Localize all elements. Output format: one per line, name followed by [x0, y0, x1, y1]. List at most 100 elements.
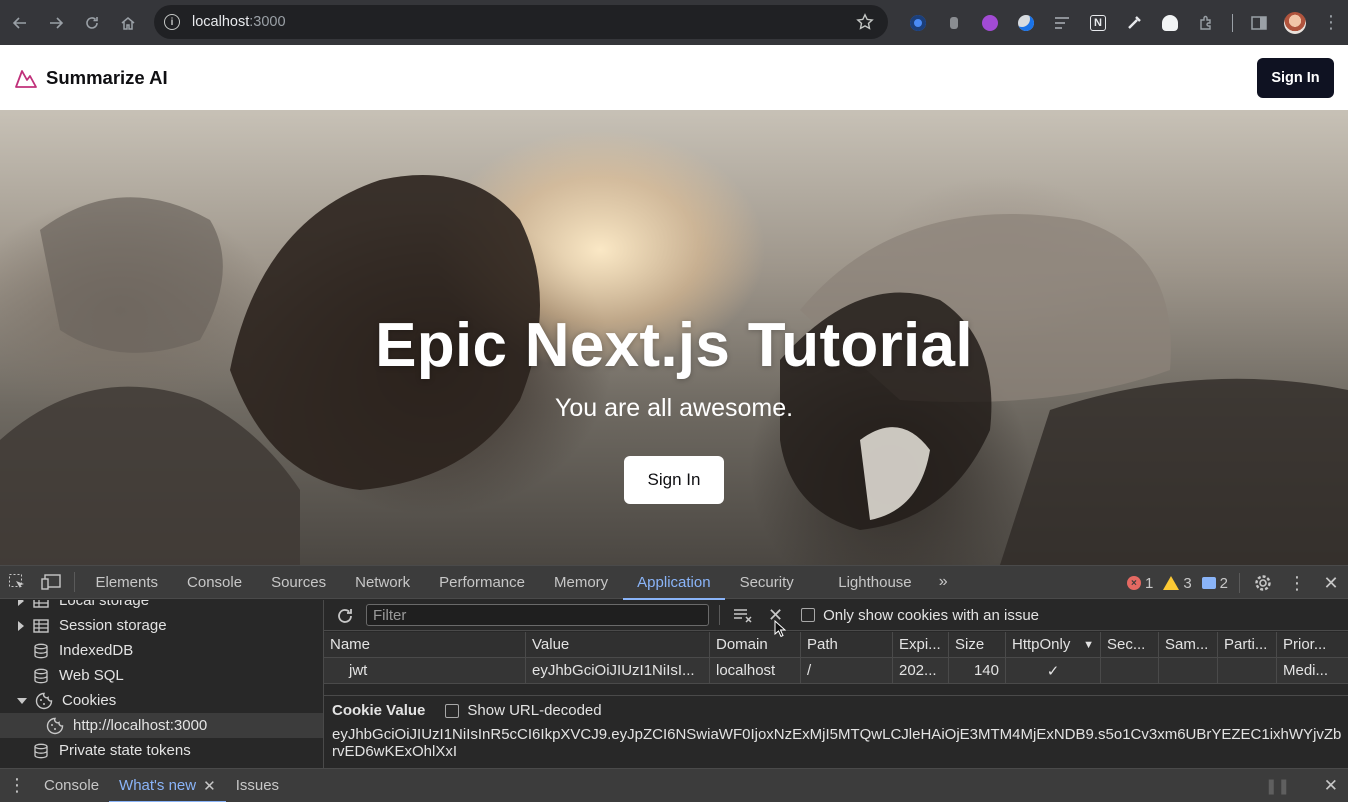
column-header[interactable]: Expi...	[893, 631, 949, 658]
extension-lines-icon[interactable]	[1044, 5, 1080, 41]
drawer-tab-whats-new[interactable]: What's new ✕	[109, 769, 226, 802]
drawer-tab-console[interactable]: Console	[34, 769, 109, 802]
extension-eyedropper-icon[interactable]	[1116, 5, 1152, 41]
only-issue-checkbox[interactable]	[801, 608, 816, 622]
extensions-bar: N ⋮	[900, 0, 1348, 45]
site-info-icon[interactable]: i	[164, 14, 180, 30]
sidebar-item-private-state-tokens[interactable]: Private state tokens	[0, 738, 323, 763]
cookie-filter-input[interactable]	[366, 604, 709, 626]
device-toolbar-icon[interactable]	[34, 565, 68, 599]
close-devtools-icon[interactable]: ✕	[1314, 566, 1348, 600]
side-panel-icon[interactable]	[1241, 5, 1277, 41]
devtools-drawer-tabbar: ⋮ Console What's new ✕ Issues ❚❚ ✕	[0, 768, 1348, 802]
hero-section: Epic Next.js Tutorial You are all awesom…	[0, 110, 1348, 565]
back-button[interactable]	[2, 5, 38, 41]
cookie-samesite-cell[interactable]	[1159, 657, 1218, 684]
tab-network[interactable]: Network	[341, 565, 425, 599]
drawer-tab-issues[interactable]: Issues	[226, 769, 289, 802]
collapse-arrow-icon[interactable]	[17, 697, 27, 704]
reload-icon	[86, 16, 98, 29]
tabbar-divider	[74, 572, 75, 592]
extension-purple-icon[interactable]	[972, 5, 1008, 41]
sidebar-item-local-storage[interactable]: Local storage	[0, 600, 323, 613]
cookie-priority-cell[interactable]: Medi...	[1277, 658, 1348, 684]
column-header[interactable]: Sam...	[1159, 631, 1218, 658]
show-url-decoded-checkbox[interactable]	[445, 703, 460, 718]
sidebar-item-indexeddb[interactable]: IndexedDB	[0, 638, 323, 663]
more-tabs-chevron-icon[interactable]: »	[926, 565, 960, 599]
extension-ghost-icon[interactable]	[1152, 5, 1188, 41]
brand-name[interactable]: Summarize AI	[46, 67, 168, 89]
customize-menu-icon[interactable]: ⋮	[1280, 566, 1314, 600]
column-header[interactable]: Prior...	[1277, 632, 1348, 658]
cookie-expires-cell[interactable]: 202...	[893, 657, 949, 684]
tab-application[interactable]: Application	[622, 565, 726, 600]
tab-console[interactable]: Console	[173, 565, 257, 599]
tab-performance[interactable]: Performance	[425, 565, 540, 599]
tab-elements[interactable]: Elements	[81, 565, 173, 599]
devtools-panel: Elements Console Sources Network Perform…	[0, 565, 1348, 802]
profile-avatar[interactable]	[1277, 5, 1313, 41]
address-bar[interactable]: i localhost:3000	[154, 5, 888, 39]
cookie-value-header: Cookie Value Show URL-decoded	[332, 702, 1340, 719]
issue-counters[interactable]: × 1 3 2	[1117, 566, 1228, 600]
settings-gear-icon[interactable]	[1246, 566, 1280, 600]
header-signin-button[interactable]: Sign In	[1257, 58, 1334, 98]
cookie-httponly-cell[interactable]: ✓	[1006, 657, 1101, 684]
error-count[interactable]: × 1	[1126, 575, 1153, 592]
cookie-name-cell[interactable]: jwt	[324, 657, 526, 684]
close-tab-icon[interactable]: ✕	[203, 777, 216, 795]
cookie-secure-cell[interactable]	[1101, 657, 1159, 684]
cookie-partition-cell[interactable]	[1218, 657, 1277, 684]
extension-notion-icon[interactable]: N	[1080, 5, 1116, 41]
tab-sources[interactable]: Sources	[257, 565, 341, 599]
hero-signin-button[interactable]: Sign In	[624, 456, 724, 504]
home-button[interactable]	[110, 5, 146, 41]
actions-divider	[1239, 573, 1240, 593]
sidebar-item-cookies[interactable]: Cookies	[0, 688, 323, 713]
drawer-menu-icon[interactable]: ⋮	[0, 769, 34, 802]
column-header[interactable]: Size	[949, 631, 1006, 658]
close-drawer-icon[interactable]: ✕	[1324, 776, 1338, 796]
database-icon	[32, 742, 50, 760]
sidebar-item-web-sql[interactable]: Web SQL	[0, 663, 323, 688]
url-text: localhost:3000	[192, 14, 286, 30]
column-header[interactable]: Sec...	[1101, 631, 1159, 658]
expand-arrow-icon[interactable]	[18, 620, 24, 631]
inspect-element-icon[interactable]	[0, 565, 34, 599]
column-header-httponly[interactable]: HttpOnly ▼	[1006, 631, 1101, 658]
column-header[interactable]: Path	[801, 631, 893, 658]
message-count[interactable]: 2	[1201, 575, 1228, 592]
cookie-domain-cell[interactable]: localhost	[710, 657, 801, 684]
extension-blue-circle-icon[interactable]	[900, 5, 936, 41]
extension-gray-icon[interactable]	[936, 5, 972, 41]
chrome-menu-icon[interactable]: ⋮	[1313, 5, 1348, 41]
clear-all-icon[interactable]	[732, 607, 754, 623]
pause-icon[interactable]: ❚❚	[1265, 777, 1290, 795]
tab-lighthouse[interactable]: Lighthouse	[808, 565, 926, 599]
tab-security[interactable]: Security	[725, 565, 808, 599]
web-page: Summarize AI Sign In Epic Next.js Tutori…	[0, 45, 1348, 565]
column-header[interactable]: Parti...	[1218, 631, 1277, 658]
column-header[interactable]: Name	[324, 631, 526, 658]
table-row[interactable]: jwt eyJhbGciOiJIUzI1NiIsI... localhost /…	[324, 657, 1348, 684]
expand-arrow-icon[interactable]	[18, 600, 24, 606]
mountain-logo-icon[interactable]	[14, 66, 38, 90]
extensions-puzzle-icon[interactable]	[1188, 5, 1224, 41]
column-header[interactable]: Domain	[710, 631, 801, 658]
bookmark-star-icon[interactable]	[856, 13, 874, 31]
cookie-value-panel: Cookie Value Show URL-decoded eyJhbGciOi…	[324, 695, 1348, 768]
refresh-icon[interactable]	[335, 606, 355, 626]
reload-button[interactable]	[74, 5, 110, 41]
tab-memory[interactable]: Memory	[540, 565, 623, 599]
extension-globe-icon[interactable]	[1008, 5, 1044, 41]
column-header[interactable]: Value	[526, 631, 710, 658]
forward-button[interactable]	[38, 5, 74, 41]
sidebar-item-cookies-localhost[interactable]: http://localhost:3000	[0, 713, 323, 738]
cookie-value-cell[interactable]: eyJhbGciOiJIUzI1NiIsI...	[526, 657, 710, 684]
warning-count[interactable]: 3	[1163, 575, 1192, 592]
cookie-path-cell[interactable]: /	[801, 657, 893, 684]
cookie-size-cell[interactable]: 140	[949, 657, 1006, 684]
cookie-value-text[interactable]: eyJhbGciOiJIUzI1NiIsInR5cCI6IkpXVCJ9.eyJ…	[332, 726, 1344, 760]
sidebar-item-session-storage[interactable]: Session storage	[0, 613, 323, 638]
